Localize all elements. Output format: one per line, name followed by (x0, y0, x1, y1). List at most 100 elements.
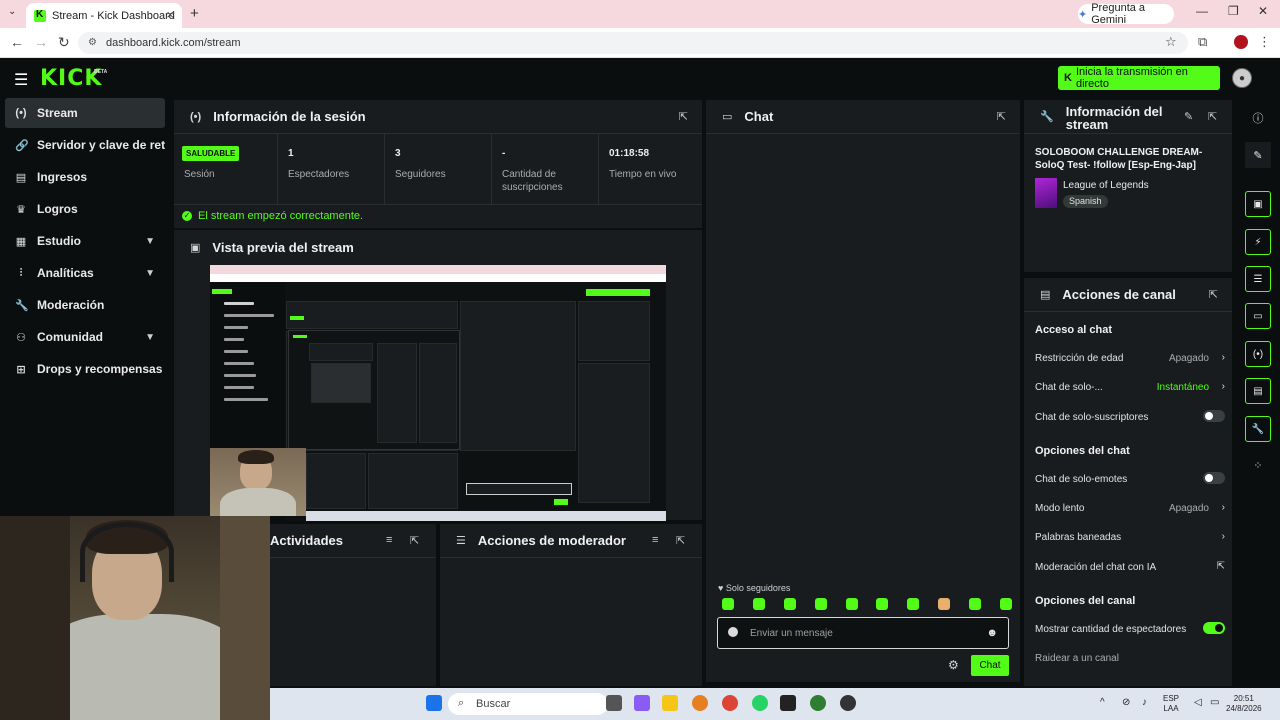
sidebar-item-server-key[interactable]: 🔗 Servidor y clave de retransmisión (5, 130, 165, 160)
hamburger-menu-icon[interactable]: ☰ (14, 70, 28, 90)
emote-icon[interactable] (845, 598, 858, 610)
sidebar-item-label: Comunidad (37, 330, 103, 344)
taskbar-search[interactable]: ⌕ Buscar (448, 693, 608, 715)
money-icon: ▤ (15, 171, 27, 184)
broadcast-icon[interactable]: (•) (1245, 341, 1271, 367)
bookmark-star-icon[interactable]: ☆ (1165, 34, 1177, 50)
capcut-icon[interactable] (780, 695, 796, 711)
minimize-icon[interactable]: — (1196, 4, 1208, 18)
clock[interactable]: 20:51 24/8/2026 (1226, 694, 1262, 714)
sidebar-item-community[interactable]: ⚇ Comunidad ▼ (5, 322, 165, 352)
age-restriction-row[interactable]: Restricción de edad Apagado › (1035, 352, 1225, 364)
show-viewers-toggle[interactable] (1203, 622, 1225, 634)
emote-icon[interactable] (938, 598, 951, 610)
emote-icon[interactable] (969, 598, 981, 610)
task-view-icon[interactable] (606, 695, 622, 711)
popout-icon[interactable]: ⇱ (1209, 288, 1218, 301)
chat-bubble-icon[interactable]: ▭ (1245, 303, 1271, 329)
edit-pencil-icon[interactable]: ✎ (1184, 110, 1193, 123)
site-info-icon[interactable]: ⚙ (88, 37, 97, 48)
ai-moderation-row[interactable]: Moderación del chat con IA ⇱ (1035, 561, 1225, 573)
filter-icon[interactable]: ≡ (386, 534, 392, 546)
filter-icon[interactable]: ≡ (652, 534, 658, 546)
gemini-button[interactable]: ✦ Pregunta a Gemini (1078, 2, 1174, 26)
subs-only-toggle[interactable] (1203, 410, 1225, 422)
browser-profile-avatar[interactable] (1234, 35, 1248, 49)
emote-icon[interactable] (722, 598, 734, 610)
stream-info-panel: 🔧 Información del stream ✎ ⇱ SOLOBOOM CH… (1024, 100, 1232, 272)
close-window-icon[interactable]: ✕ (1258, 4, 1268, 18)
whatsapp-icon[interactable] (752, 695, 768, 711)
obs-icon[interactable] (840, 695, 856, 711)
search-app-icon[interactable] (692, 695, 708, 711)
popout-icon[interactable]: ⇱ (997, 110, 1006, 123)
info-icon[interactable]: ⓘ (1245, 105, 1271, 131)
emote-icon[interactable] (876, 598, 889, 610)
badge-icon[interactable] (728, 627, 738, 637)
user-avatar[interactable]: ● (1232, 68, 1252, 88)
volume-icon[interactable]: ◁ (1194, 698, 1202, 708)
wrench-icon: 🔧 (1040, 111, 1054, 123)
windows-start-icon[interactable] (426, 695, 442, 711)
sidebar-item-income[interactable]: ▤ Ingresos (5, 162, 165, 192)
reload-icon[interactable]: ↻ (58, 34, 70, 51)
chat-only-row[interactable]: Chat de solo-... Instantáneo › (1035, 381, 1225, 393)
emote-icon[interactable] (999, 598, 1012, 610)
preview-toggle-icon[interactable]: ▣ (1245, 191, 1271, 217)
input-language[interactable]: ESP LAA (1163, 694, 1179, 714)
new-tab-icon[interactable]: + (190, 5, 199, 22)
sidebar-item-achievements[interactable]: ♛ Logros (5, 194, 165, 224)
tray-chevron-icon[interactable]: ^ (1100, 698, 1105, 708)
forward-icon[interactable]: → (34, 34, 48, 50)
channel-icon[interactable]: ▤ (1245, 378, 1271, 404)
followers-only-label: Solo seguidores (725, 583, 791, 593)
chrome-profile-icon[interactable] (810, 695, 826, 711)
sidebar-item-analytics[interactable]: ⫶ Analíticas ▼ (5, 258, 165, 288)
chat-message-input[interactable]: Enviar un mensaje ☻ (717, 617, 1009, 649)
raid-channel-row[interactable]: Raidear a un canal (1035, 653, 1225, 664)
extensions-icon[interactable]: ⧉ (1198, 34, 1207, 50)
chat-send-button[interactable]: Chat (971, 655, 1009, 676)
emote-icon[interactable] (814, 598, 827, 610)
slow-mode-row[interactable]: Modo lento Apagado › (1035, 502, 1225, 514)
go-live-button[interactable]: K Inicia la transmisión en directo (1058, 66, 1220, 90)
network-icon[interactable]: ⊘ (1122, 698, 1130, 708)
banned-words-row[interactable]: Palabras baneadas › (1035, 531, 1225, 543)
lightning-icon[interactable]: ⚡ (1245, 229, 1271, 255)
restore-icon[interactable]: ❐ (1228, 4, 1239, 18)
wrench-icon: 🔧 (15, 299, 29, 312)
sidebar-item-studio[interactable]: ▦ Estudio ▼ (5, 226, 165, 256)
menu-dots-icon[interactable]: ⋮ (1258, 34, 1271, 50)
sidebar-item-moderation[interactable]: 🔧 Moderación (5, 290, 165, 320)
emotes-only-toggle[interactable] (1203, 472, 1225, 484)
chevron-down-icon: ▼ (145, 235, 155, 247)
sidebar-item-drops[interactable]: ⊞ Drops y recompensas (5, 354, 165, 384)
emote-icon[interactable] (907, 598, 920, 610)
wrench-icon[interactable]: 🔧 (1245, 416, 1271, 442)
popout-icon[interactable]: ⇱ (410, 534, 419, 547)
battery-icon[interactable]: ▭ (1210, 698, 1219, 708)
file-explorer-icon[interactable] (662, 695, 678, 711)
activities-title: Actividades (270, 533, 343, 548)
browser-tab[interactable]: Stream - Kick Dashboard × (26, 3, 182, 28)
emoji-icon[interactable]: ☻ (986, 627, 998, 639)
edit-pencil-icon[interactable]: ✎ (1245, 142, 1271, 168)
add-widget-icon[interactable]: ⁘ (1245, 452, 1271, 478)
emote-icon[interactable] (752, 598, 765, 610)
popout-icon[interactable]: ⇱ (676, 534, 685, 547)
chrome-icon[interactable] (722, 695, 738, 711)
address-input[interactable]: ⚙ dashboard.kick.com/stream (78, 32, 1188, 54)
chat-settings-gear-icon[interactable]: ⚙ (948, 658, 959, 672)
tab-list-icon[interactable]: ⌄ (8, 6, 16, 17)
sidebar-item-stream[interactable]: (•) Stream (5, 98, 165, 128)
copilot-icon[interactable] (634, 695, 650, 711)
close-tab-icon[interactable]: × (166, 7, 174, 22)
back-icon[interactable]: ← (10, 34, 24, 50)
emote-icon[interactable] (783, 598, 796, 610)
list-icon[interactable]: ☰ (1245, 266, 1271, 292)
subs-only-label: Chat de solo-suscriptores (1035, 412, 1149, 423)
popout-icon[interactable]: ⇱ (679, 110, 688, 123)
popout-icon[interactable]: ⇱ (1208, 110, 1217, 123)
microphone-icon[interactable]: ♪ (1142, 698, 1147, 708)
chat-bubble-icon: ▭ (722, 111, 733, 123)
